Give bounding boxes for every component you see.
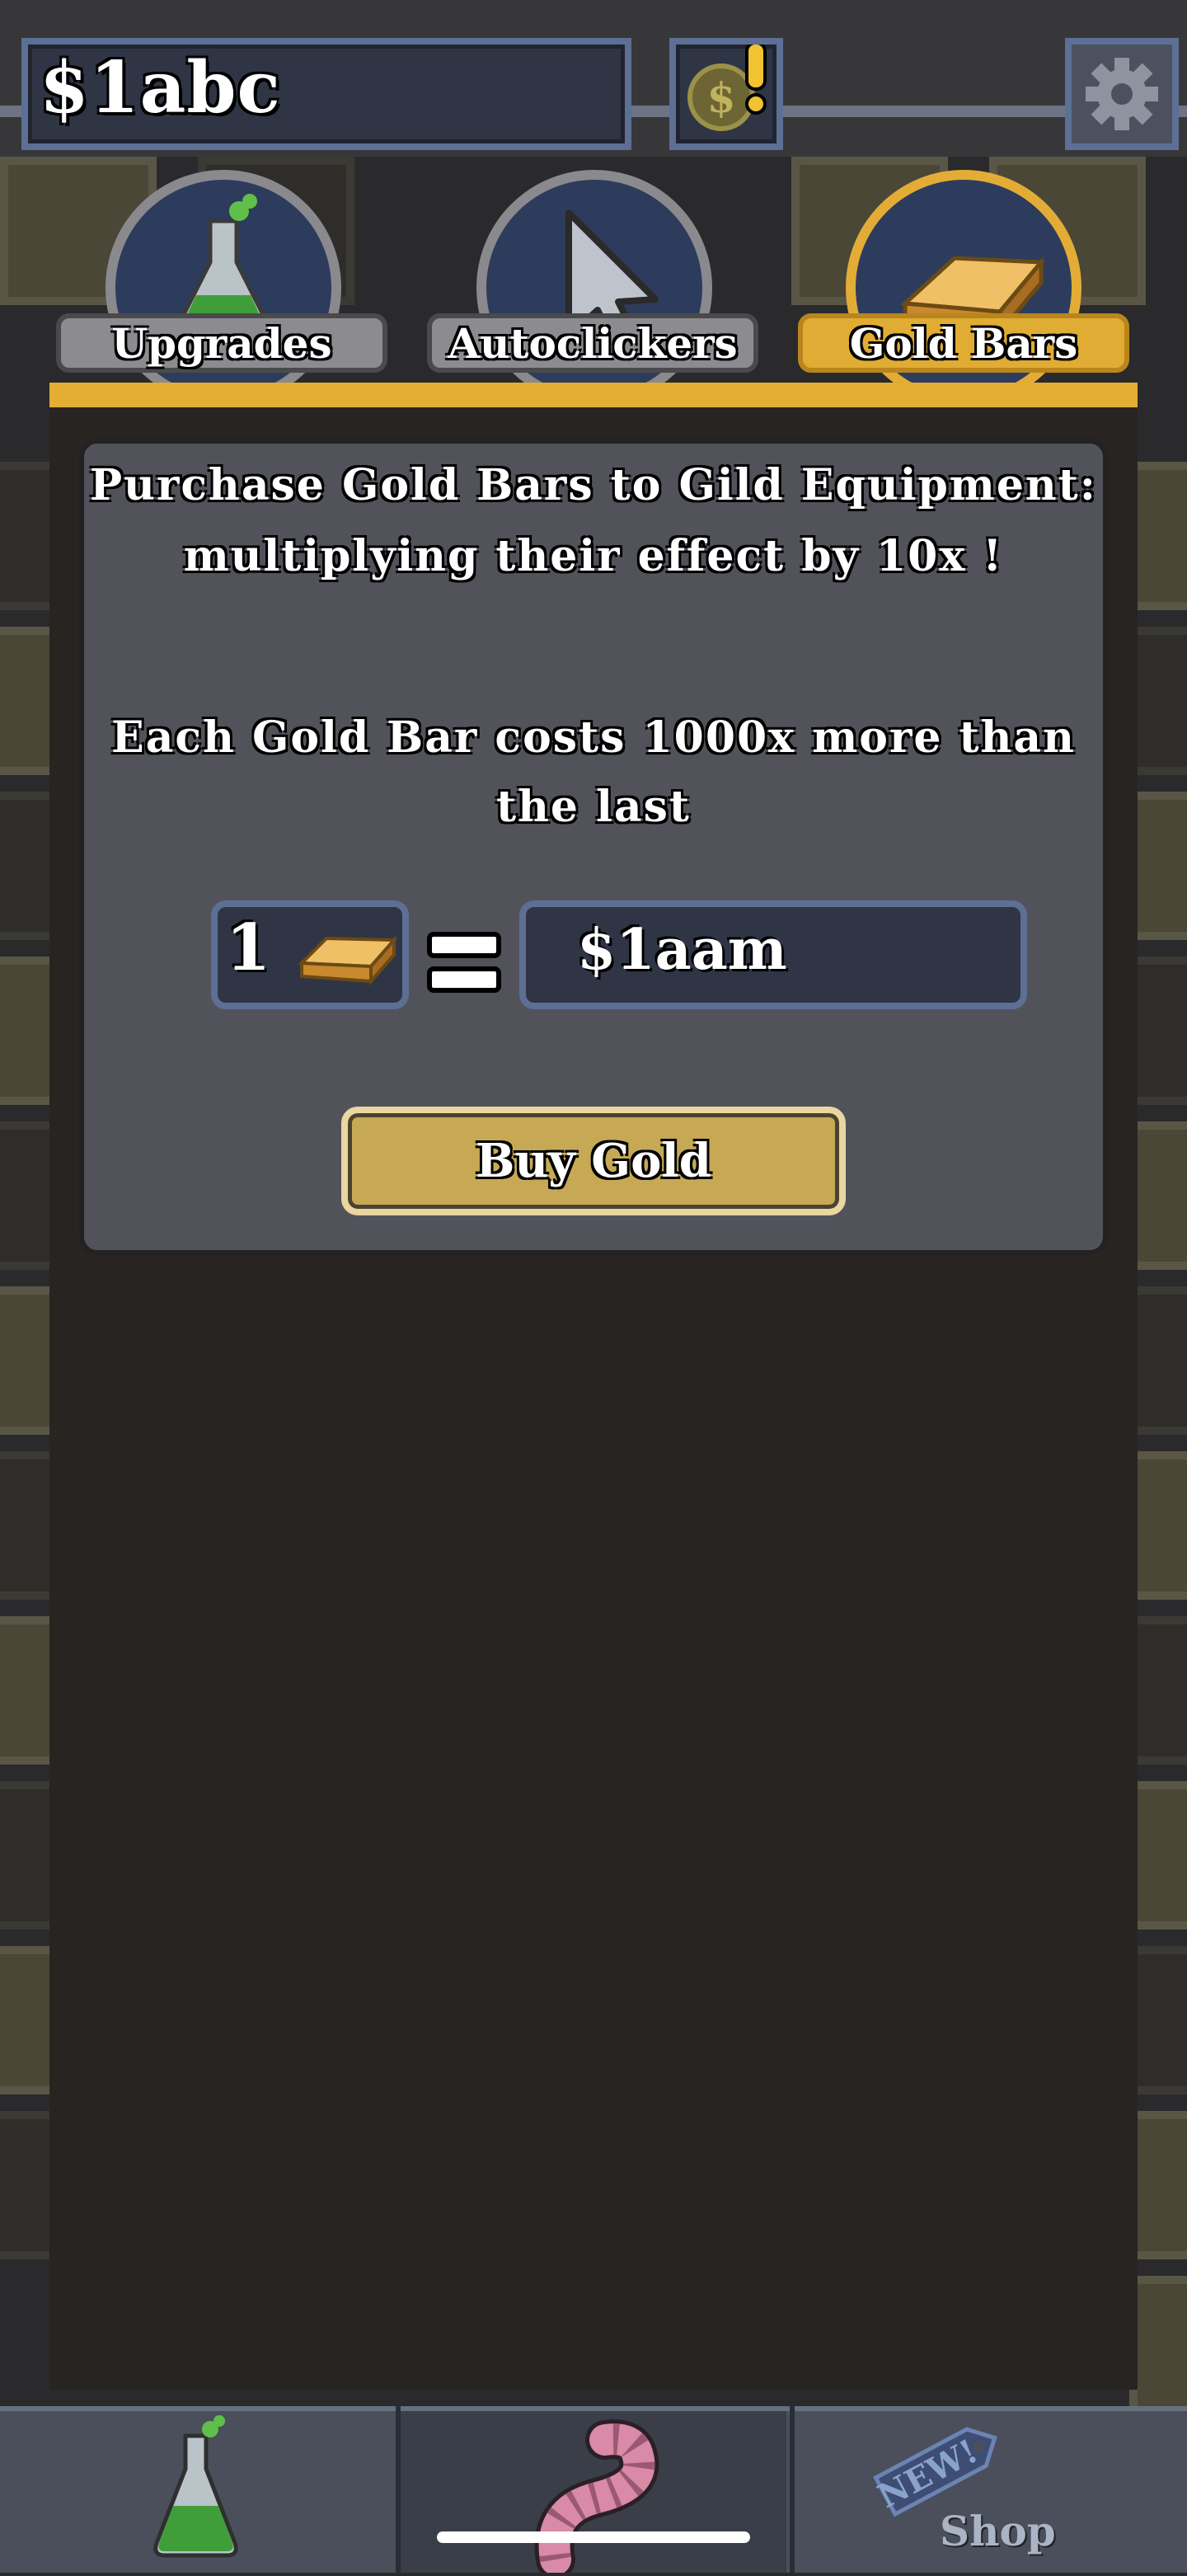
gild-description-line2: multiplying their effect by 10x ! <box>183 531 1004 581</box>
flask-nav-icon <box>153 2415 238 2558</box>
shop-label: Shop <box>940 2507 1056 2555</box>
active-tab-underline <box>49 383 1138 407</box>
coin-alert-icon: $ <box>687 41 767 131</box>
tab-upgrades[interactable]: Upgrades <box>56 313 387 373</box>
equals-sign <box>427 932 501 1001</box>
svg-text:$: $ <box>707 73 736 122</box>
gear-icon <box>1086 58 1158 130</box>
bottom-divider-right <box>790 2406 795 2573</box>
gold-bar-small-icon <box>298 935 398 986</box>
buy-gold-label: Buy Gold <box>476 1134 711 1188</box>
worm-nav-tab[interactable] <box>399 2411 786 2576</box>
tab-gold-bars-label: Gold Bars <box>849 318 1078 368</box>
cost-description-line2: the last <box>496 782 691 832</box>
bonus-coin-button[interactable]: $ <box>669 38 783 150</box>
gold-quantity-value: 1 <box>226 910 271 985</box>
tab-upgrades-label: Upgrades <box>111 318 332 368</box>
money-value: $1abc <box>40 46 281 129</box>
tab-autoclickers-label: Autoclickers <box>448 318 738 368</box>
tab-gold-bars[interactable]: Gold Bars <box>798 313 1129 373</box>
gold-price-value: $1aam <box>577 917 787 983</box>
home-indicator[interactable] <box>437 2531 750 2543</box>
settings-button[interactable] <box>1065 38 1179 150</box>
gild-description-line1: Purchase Gold Bars to Gild Equipment: <box>90 460 1097 510</box>
cost-description-line1: Each Gold Bar costs 1000x more than <box>111 712 1076 763</box>
buy-gold-button[interactable]: Buy Gold <box>341 1107 846 1215</box>
tab-autoclickers[interactable]: Autoclickers <box>427 313 758 373</box>
svg-text:NEW!: NEW! <box>871 2432 983 2516</box>
worm-icon <box>534 2419 659 2576</box>
lab-nav-tab[interactable] <box>0 2411 387 2573</box>
bottom-divider-left <box>396 2406 401 2573</box>
